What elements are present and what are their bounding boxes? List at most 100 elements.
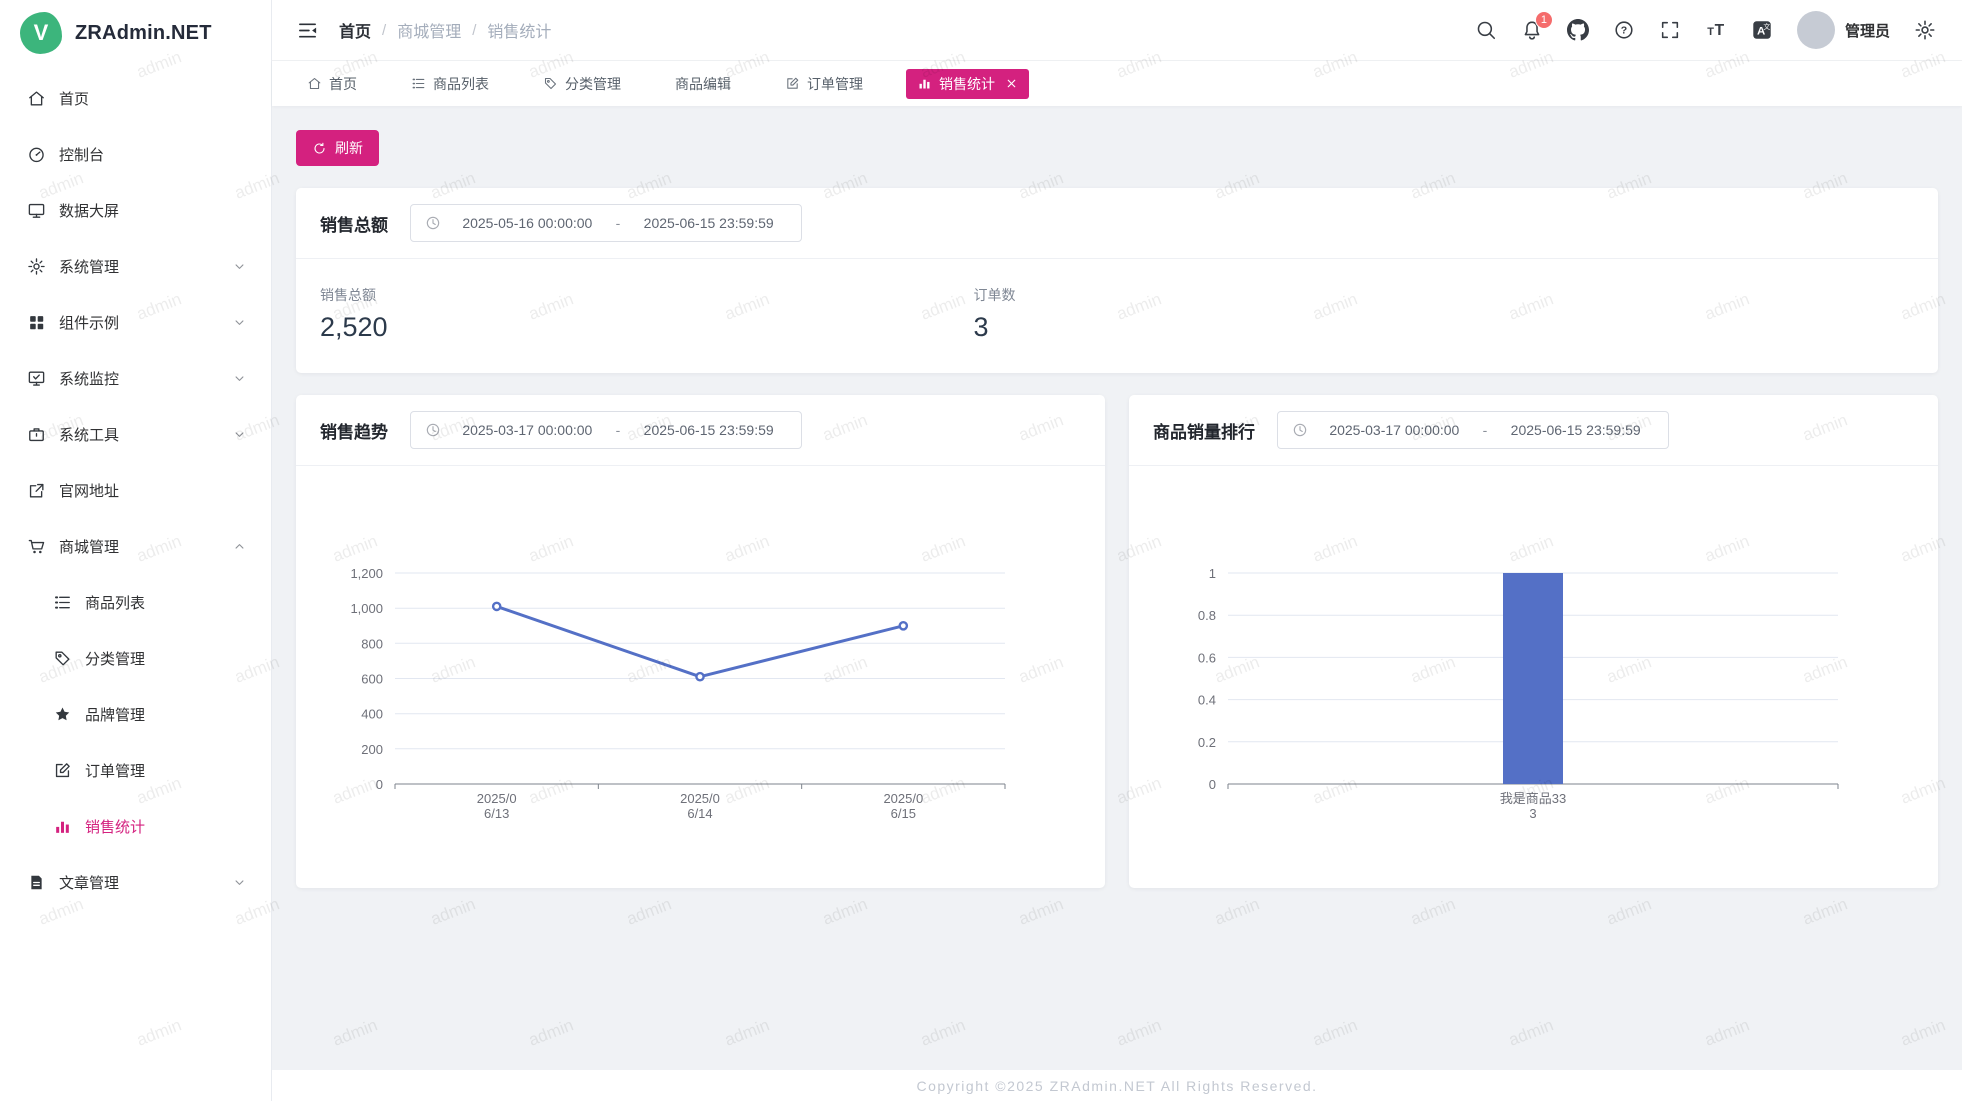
svg-text:1,200: 1,200 [350,566,383,581]
sidebar-item-order[interactable]: 订单管理 [0,742,271,798]
sales-total-date-range-picker[interactable]: 2025-05-16 00:00:00 - 2025-06-15 23:59:5… [410,204,802,242]
sidebar-item-brand[interactable]: 品牌管理 [0,686,271,742]
font-size-icon[interactable]: TT [1705,19,1727,41]
logo-icon: V [20,12,62,54]
product-ranking-card: 商品销量排行 2025-03-17 00:00:00 - 2025-06-15 … [1129,395,1938,888]
stat-item-0: 销售总额 2,520 [320,285,974,343]
notification-bell-icon[interactable]: 1 [1521,19,1543,41]
page-content: 刷新 销售总额 2025-05-16 00:00:00 - 2025-06-15… [272,106,1962,1070]
breadcrumb-item-0[interactable]: 首页 [339,18,371,42]
svg-text:0.8: 0.8 [1198,608,1216,623]
product-ranking-card-header: 商品销量排行 2025-03-17 00:00:00 - 2025-06-15 … [1129,395,1938,466]
date-start[interactable]: 2025-05-16 00:00:00 [449,215,606,231]
sidebar-item-label: 系统监控 [59,368,219,389]
tab-首页[interactable]: 首页 [296,69,368,99]
sidebar-submenu-mall: 商品列表 分类管理 品牌管理 订单管理 销售统计 [0,574,271,854]
sidebar-item-label: 数据大屏 [59,200,247,221]
tab-label: 商品编辑 [675,74,731,94]
edit-icon [53,761,72,780]
chevron-down-icon [232,427,247,442]
refresh-button[interactable]: 刷新 [296,130,379,166]
sidebar-item-category[interactable]: 分类管理 [0,630,271,686]
tab-订单管理[interactable]: 订单管理 [774,69,874,99]
top-navbar: 首页/商城管理/销售统计 1? TT A文 管理员 [272,0,1962,61]
svg-text:2025/0: 2025/0 [477,791,517,806]
svg-text:800: 800 [361,636,383,651]
sidebar-item-goods-list[interactable]: 商品列表 [0,574,271,630]
home-icon [27,89,46,108]
sidebar-item-system[interactable]: 系统管理 [0,238,271,294]
tab-商品列表[interactable]: 商品列表 [400,69,500,99]
sidebar-collapse-button[interactable] [296,19,319,42]
sidebar-item-tools[interactable]: 系统工具 [0,406,271,462]
svg-text:T: T [1707,26,1714,38]
sales-trend-card: 销售趋势 2025-03-17 00:00:00 - 2025-06-15 23… [296,395,1105,888]
sidebar-item-home[interactable]: 首页 [0,70,271,126]
tab-label: 销售统计 [939,74,995,94]
sidebar-item-console[interactable]: 控制台 [0,126,271,182]
product-ranking-date-range-picker[interactable]: 2025-03-17 00:00:00 - 2025-06-15 23:59:5… [1277,411,1669,449]
gear-icon [27,257,46,276]
svg-text:0.2: 0.2 [1198,735,1216,750]
date-end[interactable]: 2025-06-15 23:59:59 [1497,422,1654,438]
clock-icon [1292,422,1308,438]
gauge-icon [27,145,46,164]
sidebar-item-label: 首页 [59,88,247,109]
settings-gear-icon[interactable] [1914,19,1936,41]
svg-text:1,000: 1,000 [350,601,383,616]
date-end[interactable]: 2025-06-15 23:59:59 [630,422,787,438]
svg-text:我是商品33: 我是商品33 [1500,791,1566,806]
sidebar-item-articles[interactable]: 文章管理 [0,854,271,910]
product-ranking-title: 商品销量排行 [1153,418,1255,443]
sidebar-item-label: 组件示例 [59,312,219,333]
help-icon[interactable]: ? [1613,19,1635,41]
github-icon[interactable] [1567,19,1589,41]
chart-icon [53,817,72,836]
close-icon[interactable] [1005,77,1018,90]
sidebar-item-monitor[interactable]: 系统监控 [0,350,271,406]
sidebar-item-website[interactable]: 官网地址 [0,462,271,518]
tab-销售统计[interactable]: 销售统计 [906,69,1029,99]
breadcrumb: 首页/商城管理/销售统计 [339,18,551,42]
svg-text:文: 文 [1763,22,1770,31]
notification-badge: 1 [1535,11,1553,29]
search-icon[interactable] [1475,19,1497,41]
sales-total-card: 销售总额 2025-05-16 00:00:00 - 2025-06-15 23… [296,188,1938,373]
main-column: 首页/商城管理/销售统计 1? TT A文 管理员 首页 商品列表 分类管理 商品编… [272,0,1962,1101]
navbar-actions: 1? TT A文 管理员 [1475,11,1936,49]
sidebar-item-components[interactable]: 组件示例 [0,294,271,350]
toolbox-icon [27,425,46,444]
clock-icon [425,422,441,438]
sidebar-item-sales-stats[interactable]: 销售统计 [0,798,271,854]
date-end[interactable]: 2025-06-15 23:59:59 [630,215,787,231]
date-start[interactable]: 2025-03-17 00:00:00 [449,422,606,438]
language-icon[interactable]: A文 [1751,19,1773,41]
sidebar-item-data-screen[interactable]: 数据大屏 [0,182,271,238]
stat-label: 销售总额 [320,285,974,305]
date-start[interactable]: 2025-03-17 00:00:00 [1316,422,1473,438]
doc-icon [27,873,46,892]
date-separator: - [1481,422,1490,438]
sidebar-item-label: 订单管理 [85,760,247,781]
tab-商品编辑[interactable]: 商品编辑 [664,69,742,99]
user-menu[interactable]: 管理员 [1797,11,1890,49]
charts-row: 销售趋势 2025-03-17 00:00:00 - 2025-06-15 23… [296,373,1938,888]
fullscreen-icon[interactable] [1659,19,1681,41]
sales-trend-date-range-picker[interactable]: 2025-03-17 00:00:00 - 2025-06-15 23:59:5… [410,411,802,449]
chevron-down-icon [232,371,247,386]
svg-text:6/14: 6/14 [687,806,712,821]
sidebar-item-mall[interactable]: 商城管理 [0,518,271,574]
sidebar-item-label: 品牌管理 [85,704,247,725]
svg-text:6/15: 6/15 [891,806,916,821]
tab-bar: 首页 商品列表 分类管理 商品编辑 订单管理 销售统计 [272,61,1962,106]
chevron-down-icon [232,259,247,274]
list-icon [53,593,72,612]
tab-分类管理[interactable]: 分类管理 [532,69,632,99]
svg-text:3: 3 [1529,806,1536,821]
sidebar-item-label: 销售统计 [85,816,247,837]
sidebar-item-label: 文章管理 [59,872,219,893]
sales-total-card-header: 销售总额 2025-05-16 00:00:00 - 2025-06-15 23… [296,188,1938,259]
screen-icon [27,201,46,220]
app-logo[interactable]: V ZRAdmin.NET [0,0,271,66]
refresh-icon [312,141,327,156]
